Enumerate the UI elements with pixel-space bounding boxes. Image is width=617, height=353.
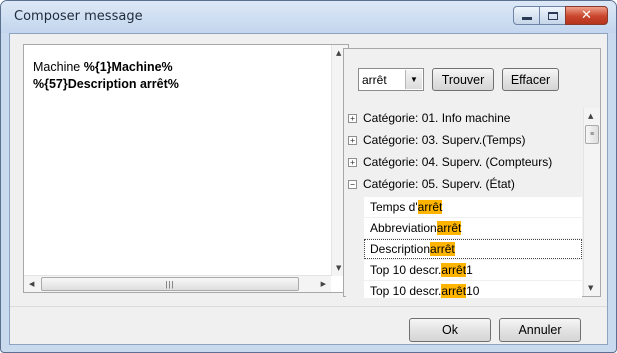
maximize-button[interactable] [539,6,566,25]
grip-icon: ||| [165,279,175,289]
footer-divider [10,306,607,307]
expand-icon[interactable]: + [348,113,357,123]
collapse-icon[interactable]: − [348,179,357,189]
tree-vertical-scrollbar[interactable]: ▲ ≡ ▼ [583,108,600,296]
clear-button[interactable]: Effacer [502,68,559,91]
tree-category-label: Catégorie: 03. Superv.(Temps) [363,133,526,147]
close-icon: ✕ [581,8,592,23]
vertical-scroll-thumb[interactable]: ≡ [585,125,599,144]
tree-item-text: Temps d' [370,200,418,214]
cancel-button[interactable]: Annuler [499,318,581,342]
tree-item-text: Description [370,242,431,256]
message-text[interactable]: Machine %{1}Machine% %{57}Description ar… [33,59,323,93]
tree-category[interactable]: − Catégorie: 05. Superv. (État) [346,174,515,194]
tree-category[interactable]: + Catégorie: 01. Info machine [346,108,510,128]
scroll-up-arrow-icon[interactable]: ▲ [588,112,593,120]
editor-horizontal-scrollbar[interactable]: ◀ ||| ▶ [24,275,331,292]
category-tree: + Catégorie: 01. Info machine + Catégori… [346,108,582,298]
tree-item-selected[interactable]: Description arrêt [364,239,582,259]
message-editor[interactable]: Machine %{1}Machine% %{57}Description ar… [23,44,349,293]
title-bar[interactable]: Composer message ✕ [1,1,616,33]
expand-icon[interactable]: + [348,157,357,167]
grip-icon: ≡ [589,131,595,138]
search-highlight: arrêt [436,221,462,235]
message-token-description: %{57}Description arrêt% [33,77,179,91]
message-token-machine: %{1}Machine% [83,60,173,74]
find-button[interactable]: Trouver [432,68,494,91]
scroll-right-arrow-icon[interactable]: ▶ [321,280,326,288]
tree-item[interactable]: Top 10 descr. arrêt 1 [364,260,582,280]
tree-item[interactable]: Top 10 descr. arrêt 10 [364,281,582,298]
horizontal-scroll-thumb[interactable]: ||| [41,277,299,291]
ok-button[interactable]: Ok [409,318,491,342]
minimize-button[interactable] [513,6,540,25]
scroll-left-arrow-icon[interactable]: ◀ [29,280,34,288]
field-browser: ▼ Trouver Effacer + Catégorie: 01. Info … [343,48,601,298]
tree-category[interactable]: + Catégorie: 03. Superv.(Temps) [346,130,526,150]
chevron-down-icon[interactable]: ▼ [405,70,422,89]
search-highlight: arrêt [417,200,443,214]
tree-item-suffix: 1 [466,263,473,277]
tree-item[interactable]: Abbreviation arrêt [364,218,582,238]
search-combobox[interactable]: ▼ [358,68,424,91]
tree-item-suffix: 10 [466,284,480,298]
tree-category-label: Catégorie: 05. Superv. (État) [363,177,515,191]
scroll-down-arrow-icon[interactable]: ▼ [336,264,341,272]
window-title: Composer message [14,9,143,24]
maximize-icon [547,11,558,20]
close-button[interactable]: ✕ [565,6,608,25]
tree-item[interactable]: Temps d' arrêt [364,197,582,217]
minimize-icon [521,17,532,20]
search-highlight: arrêt [441,284,467,298]
message-prefix: Machine [33,60,84,74]
tree-category[interactable]: + Catégorie: 04. Superv. (Compteurs) [346,152,552,172]
tree-category-label: Catégorie: 04. Superv. (Compteurs) [363,155,553,169]
composer-dialog: Composer message ✕ Machine %{1}Machine% … [0,0,617,353]
tree-category-label: Catégorie: 01. Info machine [363,111,511,125]
window-controls: ✕ [513,6,608,25]
tree-item-text: Top 10 descr. [370,263,442,277]
search-highlight: arrêt [441,263,467,277]
dialog-body: Machine %{1}Machine% %{57}Description ar… [9,33,608,345]
scroll-down-arrow-icon[interactable]: ▼ [588,284,593,292]
search-input[interactable] [362,72,404,87]
tree-item-text: Abbreviation [370,221,437,235]
scroll-up-arrow-icon[interactable]: ▲ [336,49,341,57]
tree-item-text: Top 10 descr. [370,284,442,298]
search-highlight: arrêt [430,242,455,256]
expand-icon[interactable]: + [348,135,357,145]
